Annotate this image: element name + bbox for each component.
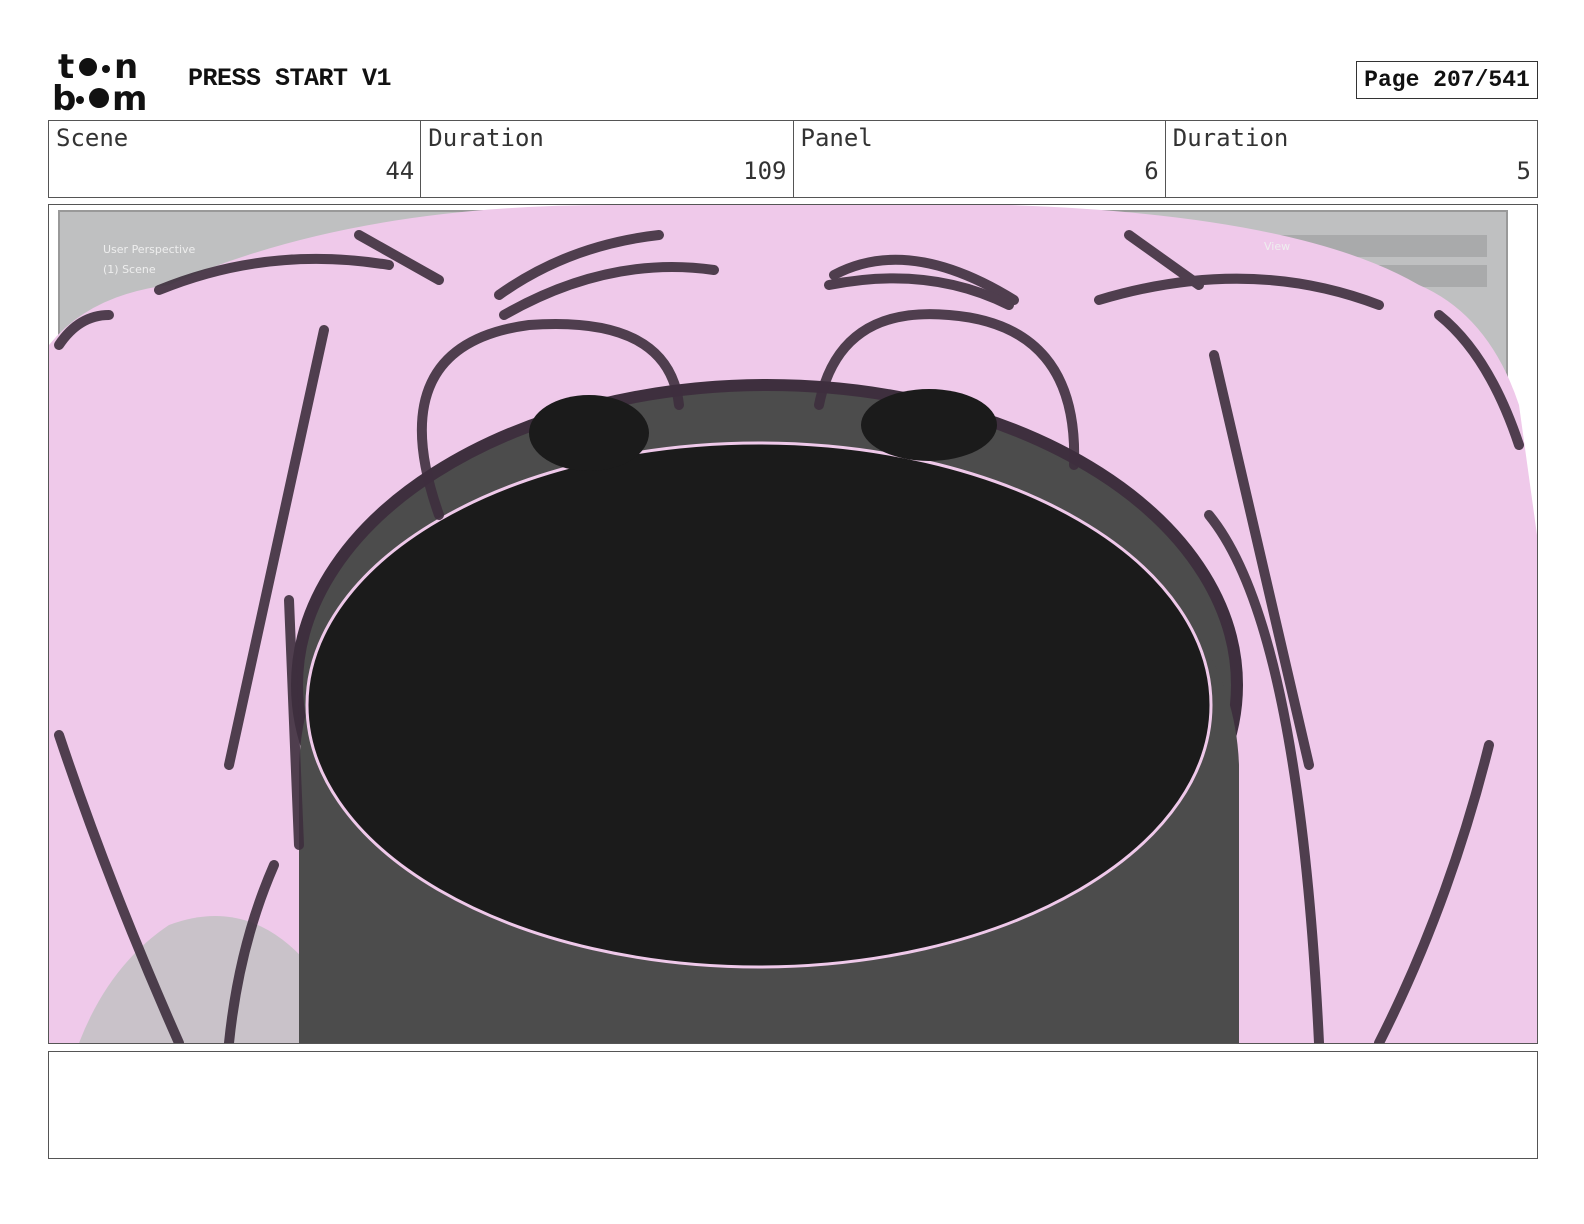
project-title: PRESS START V1 bbox=[188, 64, 392, 93]
panel-duration-cell: Duration 5 bbox=[1164, 121, 1537, 197]
scene-duration-cell: Duration 109 bbox=[420, 121, 792, 197]
svg-text:m: m bbox=[112, 79, 147, 114]
panel-info-row: Scene 44 Duration 109 Panel 6 Duration 5 bbox=[48, 120, 1538, 198]
scene-cell: Scene 44 bbox=[49, 121, 420, 197]
panel-value: 6 bbox=[1144, 157, 1159, 185]
panel-duration-value: 5 bbox=[1516, 157, 1531, 185]
scene-duration-label: Duration bbox=[428, 124, 544, 152]
panel-duration-label: Duration bbox=[1172, 124, 1289, 152]
storyboard-panel-image: User Perspective (1) Scene View bbox=[48, 204, 1538, 1044]
character-sketch: User Perspective (1) Scene View bbox=[49, 205, 1537, 1043]
toonboom-logo: t n b m bbox=[52, 50, 147, 114]
viewport-perspective-label: User Perspective bbox=[103, 243, 196, 256]
panel-notes-box bbox=[48, 1051, 1538, 1159]
scene-label: Scene bbox=[56, 124, 129, 152]
scene-value: 44 bbox=[385, 157, 415, 185]
viewport-scene-label: (1) Scene bbox=[103, 263, 156, 276]
scene-duration-value: 109 bbox=[743, 157, 787, 185]
svg-text:b: b bbox=[52, 79, 76, 114]
panel-cell: Panel 6 bbox=[792, 121, 1165, 197]
page-indicator: Page 207/541 bbox=[1356, 61, 1538, 99]
viewport-menu-view: View bbox=[1264, 240, 1290, 253]
panel-label: Panel bbox=[800, 124, 873, 152]
